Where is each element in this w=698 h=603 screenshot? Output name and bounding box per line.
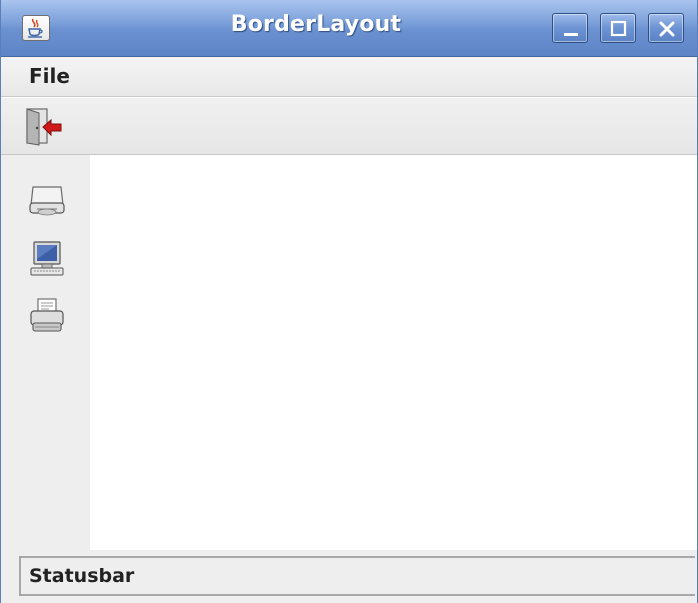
statusbar-container: Statusbar <box>1 550 697 603</box>
printer-button[interactable] <box>27 297 67 337</box>
close-button[interactable] <box>648 13 684 43</box>
drive-button[interactable] <box>27 179 67 219</box>
left-border <box>1 155 17 550</box>
vertical-toolbar <box>17 155 90 550</box>
toolbar <box>1 97 697 155</box>
text-area[interactable] <box>90 155 697 550</box>
maximize-button[interactable] <box>600 13 636 43</box>
drive-icon <box>29 186 65 216</box>
exit-button[interactable] <box>21 106 67 146</box>
computer-button[interactable] <box>27 239 67 279</box>
menu-file[interactable]: File <box>29 64 70 88</box>
minimize-button[interactable] <box>552 13 588 43</box>
maximize-icon <box>610 20 627 37</box>
computer-icon <box>30 241 64 276</box>
menu-bar: File <box>1 57 697 97</box>
java-coffee-cup-icon[interactable] <box>22 15 50 41</box>
close-icon <box>659 21 675 37</box>
statusbar-label: Statusbar <box>29 565 135 587</box>
title-bar[interactable]: BorderLayout <box>1 0 697 57</box>
exit-door-icon <box>26 108 62 146</box>
minimize-icon <box>564 33 578 36</box>
application-window: BorderLayout File Statusbar <box>0 0 698 603</box>
printer-icon <box>30 298 64 332</box>
statusbar: Statusbar <box>19 556 695 596</box>
window-title: BorderLayout <box>230 12 402 37</box>
